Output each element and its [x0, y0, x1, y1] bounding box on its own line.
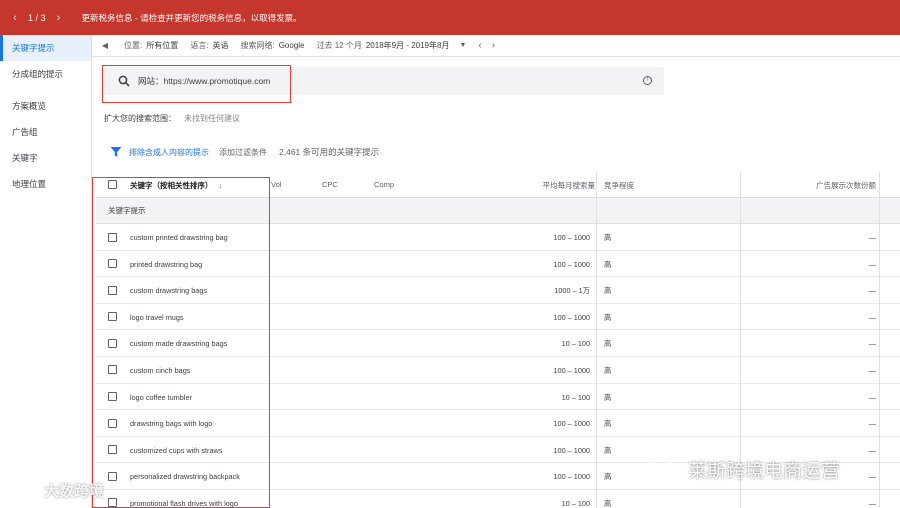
- column-header-vol[interactable]: Vol: [271, 180, 281, 189]
- competition-cell: 高: [604, 419, 612, 429]
- competition-cell: 高: [604, 392, 612, 402]
- watermark-left: 大数跨境: [10, 480, 104, 501]
- impression-share-cell: —: [868, 445, 876, 455]
- notification-bar: ‹ 1 / 3 › 更新税务信息 - 请检查并更新您的税务信息，以取得发票。: [0, 0, 900, 35]
- impression-share-cell: —: [868, 312, 876, 322]
- column-header-cpc[interactable]: CPC: [322, 180, 338, 189]
- column-divider: [596, 172, 597, 508]
- notification-message[interactable]: 更新税务信息 - 请检查并更新您的税务信息，以取得发票。: [82, 12, 302, 24]
- avg-searches-cell: 100 – 1000: [553, 472, 590, 482]
- competition-cell: 高: [604, 365, 612, 375]
- impression-share-cell: —: [868, 392, 876, 402]
- sidebar-item-grouped-ideas[interactable]: 分成组的提示: [0, 61, 91, 87]
- avg-searches-cell: 100 – 1000: [553, 365, 590, 375]
- watermark-right: 莱斯跨境电商运营: [652, 456, 840, 483]
- wechat-icon: [652, 458, 682, 481]
- sidebar-item-plan-overview[interactable]: 方案概览: [0, 93, 91, 119]
- impression-share-cell: —: [868, 498, 876, 508]
- avg-searches-cell: 100 – 1000: [553, 419, 590, 429]
- impression-share-cell: —: [868, 259, 876, 269]
- exclude-adult-filter[interactable]: 排除含成人内容的提示: [129, 147, 209, 158]
- sidebar: 关键字提示 分成组的提示 方案概览 广告组 关键字 地理位置: [0, 35, 92, 508]
- avg-searches-cell: 100 – 1000: [553, 259, 590, 269]
- chevron-left-icon[interactable]: ‹: [6, 12, 24, 24]
- competition-cell: 高: [604, 259, 612, 269]
- filter-icon[interactable]: [110, 146, 122, 158]
- results-toolbar: 排除含成人内容的提示 添加过滤条件 2,461 条可用的关键字提示: [104, 146, 379, 158]
- language-filter[interactable]: 语言: 英语: [190, 40, 228, 51]
- column-header-competition[interactable]: 竞争程度: [604, 180, 634, 191]
- competition-cell: 高: [604, 445, 612, 455]
- avg-searches-cell: 100 – 1000: [553, 445, 590, 455]
- avg-searches-cell: 100 – 1000: [553, 312, 590, 322]
- date-next-icon[interactable]: ›: [492, 40, 495, 51]
- impression-share-cell: —: [868, 419, 876, 429]
- avg-searches-cell: 10 – 100: [561, 498, 590, 508]
- notification-pager: 1 / 3: [28, 12, 46, 23]
- keyword-column-highlight-box: [92, 177, 270, 508]
- impression-share-cell: —: [868, 286, 876, 296]
- chevron-right-icon[interactable]: ›: [50, 12, 68, 24]
- expand-search-label: 扩大您的搜索范围：: [104, 114, 176, 123]
- results-count: 2,461 条可用的关键字提示: [279, 147, 380, 157]
- expand-search-value: 未找到任何建议: [184, 114, 240, 123]
- column-header-avg-searches[interactable]: 平均每月搜索量: [543, 180, 596, 191]
- sidebar-item-ad-groups[interactable]: 广告组: [0, 119, 91, 145]
- competition-cell: 高: [604, 472, 612, 482]
- add-filter-button[interactable]: 添加过滤条件: [219, 147, 267, 158]
- avg-searches-cell: 10 – 100: [561, 392, 590, 402]
- competition-cell: 高: [604, 286, 612, 296]
- location-filter[interactable]: 位置: 所有位置: [124, 40, 178, 51]
- competition-cell: 高: [604, 498, 612, 508]
- avg-searches-cell: 100 – 1000: [553, 233, 590, 242]
- watermark-right-text: 莱斯跨境电商运营: [688, 461, 841, 482]
- column-header-comp[interactable]: Comp: [374, 180, 394, 189]
- impression-share-cell: —: [868, 472, 876, 482]
- competition-cell: 高: [604, 233, 612, 242]
- competition-cell: 高: [604, 312, 612, 322]
- impression-share-cell: —: [868, 233, 876, 242]
- expand-search-section: 扩大您的搜索范围： 未找到任何建议: [104, 113, 240, 124]
- network-filter[interactable]: 搜索网络: Google: [240, 40, 304, 51]
- sidebar-item-locations[interactable]: 地理位置: [0, 171, 91, 197]
- column-header-impression-share[interactable]: 广告展示次数份额: [816, 180, 876, 191]
- search-highlight-box: [102, 65, 291, 103]
- sidebar-item-keywords[interactable]: 关键字: [0, 145, 91, 171]
- avg-searches-cell: 1000 – 1万: [554, 286, 590, 296]
- watermark-left-text: 大数跨境: [44, 483, 105, 500]
- avg-searches-cell: 10 – 100: [561, 339, 590, 349]
- column-divider: [879, 172, 880, 508]
- watermark-logo-icon: [10, 482, 37, 498]
- date-prev-icon[interactable]: ‹: [478, 40, 481, 51]
- info-icon[interactable]: !: [643, 76, 652, 85]
- date-range-filter[interactable]: 过去 12 个月 2018年9月 - 2019年8月: [317, 40, 450, 51]
- competition-cell: 高: [604, 339, 612, 349]
- impression-share-cell: —: [868, 339, 876, 349]
- collapse-sidebar-icon[interactable]: ◀: [98, 41, 112, 50]
- sidebar-item-keyword-ideas[interactable]: 关键字提示: [0, 35, 91, 61]
- date-dropdown-icon[interactable]: ▼: [459, 42, 466, 49]
- filter-bar: ◀ 位置: 所有位置 语言: 英语 搜索网络: Google 过去 12 个月 2018…: [92, 35, 900, 57]
- impression-share-cell: —: [868, 365, 876, 375]
